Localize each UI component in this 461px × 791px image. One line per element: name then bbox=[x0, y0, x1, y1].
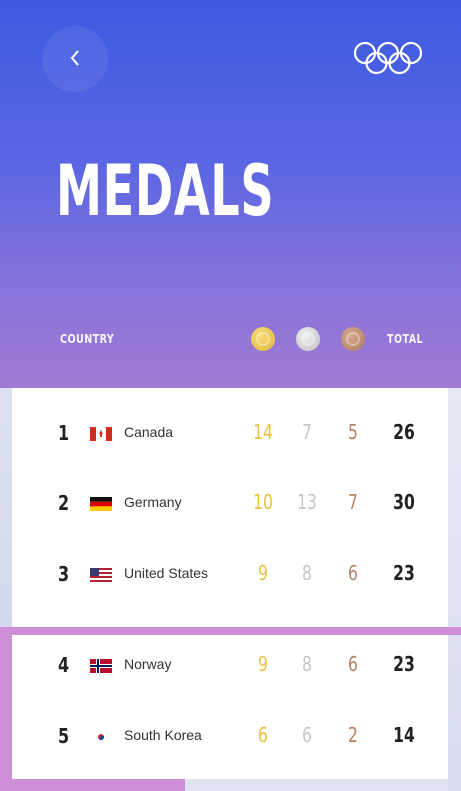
total-count: 23 bbox=[393, 561, 415, 585]
rank: 2 bbox=[58, 491, 70, 515]
bronze-medal-icon bbox=[341, 327, 365, 351]
table-row[interactable]: 3 United States 9 8 6 23 bbox=[0, 554, 461, 594]
total-count: 14 bbox=[393, 723, 415, 747]
gold-count: 9 bbox=[258, 652, 268, 676]
silver-count: 7 bbox=[302, 420, 312, 444]
total-column-header: TOTAL bbox=[387, 332, 424, 346]
rank: 5 bbox=[58, 724, 70, 748]
table-row[interactable]: 2 Germany 10 13 7 30 bbox=[0, 483, 461, 523]
highlight-border-top bbox=[0, 627, 461, 635]
usa-flag-icon bbox=[90, 568, 112, 582]
rank: 4 bbox=[58, 653, 70, 677]
rank: 1 bbox=[58, 421, 70, 445]
bronze-count: 2 bbox=[348, 723, 358, 747]
norway-flag-icon bbox=[90, 659, 112, 673]
gold-count: 14 bbox=[253, 420, 273, 444]
bronze-count: 5 bbox=[348, 420, 358, 444]
bronze-count: 6 bbox=[348, 652, 358, 676]
south-korea-flag-icon bbox=[90, 730, 112, 744]
canada-flag-icon bbox=[90, 427, 112, 441]
header: MEDALS COUNTRY TOTAL bbox=[0, 0, 461, 388]
country-name: Norway bbox=[124, 656, 172, 672]
highlight-border-bottom bbox=[0, 779, 185, 791]
olympic-rings-icon bbox=[353, 41, 423, 75]
silver-count: 6 bbox=[302, 723, 312, 747]
table-row[interactable]: 5 South Korea 6 6 2 14 bbox=[0, 716, 461, 756]
gold-count: 10 bbox=[253, 490, 273, 514]
chevron-left-icon[interactable] bbox=[65, 44, 85, 72]
total-count: 30 bbox=[393, 490, 415, 514]
silver-count: 8 bbox=[302, 652, 312, 676]
country-name: South Korea bbox=[124, 727, 202, 743]
country-name: United States bbox=[124, 565, 209, 581]
country-name: Canada bbox=[124, 424, 174, 440]
total-count: 26 bbox=[393, 420, 415, 444]
gold-count: 9 bbox=[258, 561, 268, 585]
bronze-count: 6 bbox=[348, 561, 358, 585]
silver-medal-icon bbox=[296, 327, 320, 351]
rank: 3 bbox=[58, 562, 70, 586]
silver-count: 8 bbox=[302, 561, 312, 585]
gold-medal-icon bbox=[251, 327, 275, 351]
table-row[interactable]: 4 Norway 9 8 6 23 bbox=[0, 645, 461, 685]
country-name: Germany bbox=[124, 494, 182, 510]
germany-flag-icon bbox=[90, 497, 112, 511]
bronze-count: 7 bbox=[348, 490, 358, 514]
gold-count: 6 bbox=[258, 723, 268, 747]
table-row[interactable]: 1 Canada 14 7 5 26 bbox=[0, 413, 461, 453]
silver-count: 13 bbox=[297, 490, 317, 514]
country-column-header: COUNTRY bbox=[60, 332, 115, 346]
total-count: 23 bbox=[393, 652, 415, 676]
page-title: MEDALS bbox=[56, 150, 275, 232]
